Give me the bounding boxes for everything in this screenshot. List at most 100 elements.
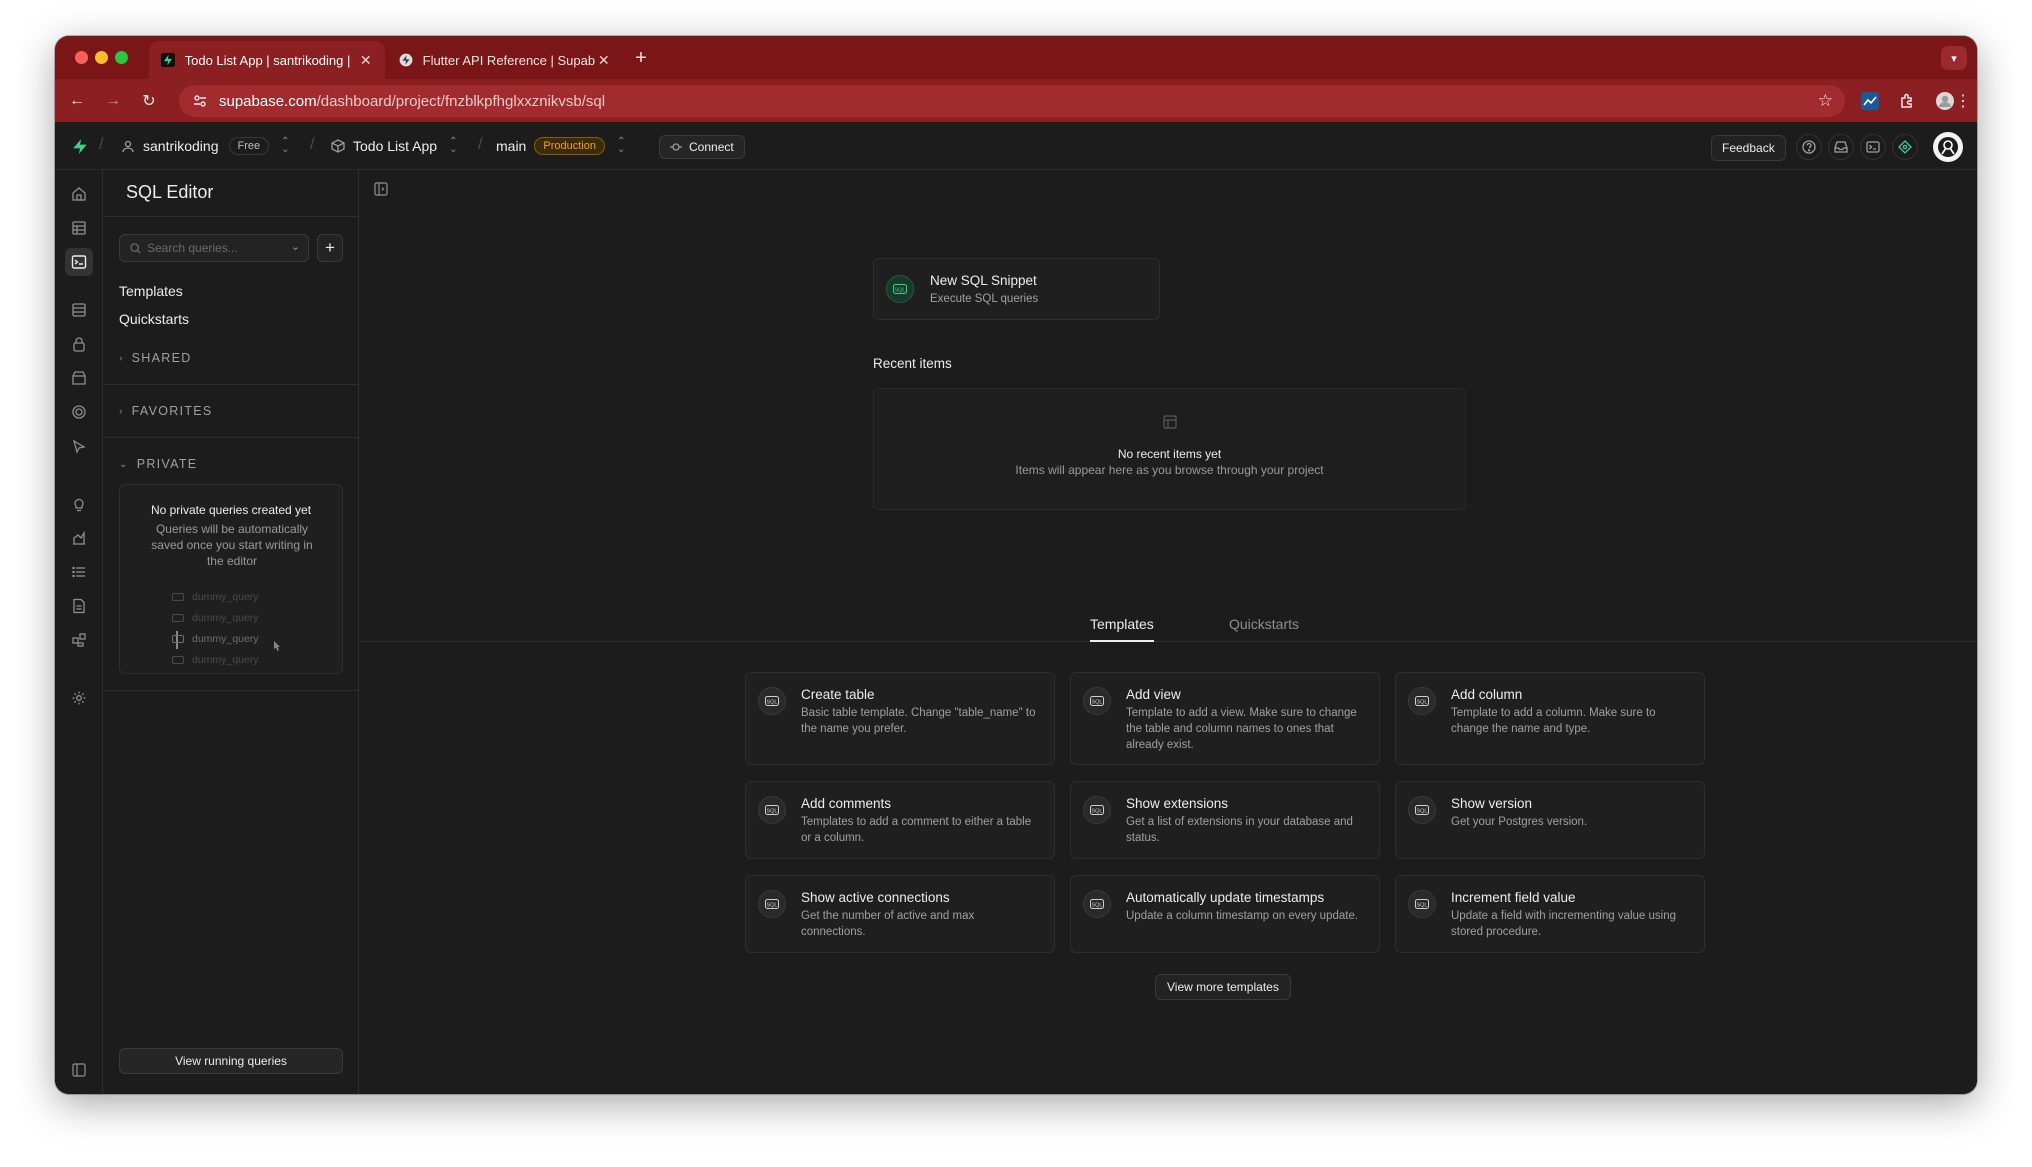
sidebar-link-quickstarts[interactable]: Quickstarts [119, 311, 189, 327]
user-avatar[interactable] [1933, 132, 1963, 162]
extension-chart-icon[interactable] [1858, 89, 1882, 113]
supabase-logo-icon[interactable] [71, 122, 89, 170]
chevron-right-icon: › [119, 405, 124, 417]
browser-window: Todo List App | santrikoding | ✕ Flutter… [55, 36, 1977, 1094]
tab-search-chevron-icon[interactable]: ▾ [1941, 46, 1967, 70]
close-tab-icon[interactable]: ✕ [596, 52, 611, 69]
dummy-query-item: dummy_query [172, 654, 259, 666]
template-card[interactable]: SQL Create table Basic table template. C… [745, 672, 1055, 765]
authentication-lock-icon[interactable] [65, 330, 93, 358]
project-name: Todo List App [353, 138, 438, 154]
selector-chevrons-icon: ⌃ ⌄ [281, 136, 290, 155]
sql-file-icon: SQL [1083, 687, 1111, 715]
templates-tabs: Templates Quickstarts [360, 610, 1977, 642]
terminal-icon[interactable] [1860, 134, 1886, 160]
view-more-templates-button[interactable]: View more templates [1155, 974, 1291, 1000]
template-card[interactable]: SQL Show version Get your Postgres versi… [1395, 781, 1705, 859]
template-card[interactable]: SQL Show extensions Get a list of extens… [1070, 781, 1380, 859]
section-shared[interactable]: › SHARED [119, 351, 192, 365]
template-card[interactable]: SQL Increment field value Update a field… [1395, 875, 1705, 953]
sql-editor-sidebar: SQL Editor ⌄ + Templates Quickstarts › S… [103, 170, 359, 1094]
toggle-panel-icon[interactable] [374, 182, 392, 200]
sql-file-icon: SQL [1408, 890, 1436, 918]
table-editor-icon[interactable] [65, 214, 93, 242]
plan-badge: Free [228, 137, 270, 155]
forward-arrow-icon[interactable]: → [101, 89, 125, 113]
home-icon[interactable] [65, 180, 93, 208]
sidebar-link-templates[interactable]: Templates [119, 283, 183, 299]
connect-button[interactable]: Connect [659, 135, 745, 159]
sql-file-icon: SQL [758, 687, 786, 715]
project-selector[interactable]: Todo List App ⌃ ⌄ [331, 122, 457, 170]
extensions-puzzle-icon[interactable] [1895, 89, 1919, 113]
private-empty-desc: Queries will be automatically saved once… [151, 522, 313, 568]
sort-chevron-icon[interactable]: ⌄ [291, 240, 300, 253]
address-bar[interactable]: supabase.com/dashboard/project/fnzblkpfh… [179, 85, 1845, 117]
new-sql-snippet-card[interactable]: SQL New SQL Snippet Execute SQL queries [873, 258, 1160, 320]
advisors-lightbulb-icon[interactable] [65, 490, 93, 518]
environment-badge: Production [534, 137, 605, 155]
integrations-icon[interactable] [65, 626, 93, 654]
svg-text:SQL: SQL [1416, 699, 1427, 705]
branch-name: main [496, 138, 527, 154]
sql-editor-icon[interactable] [65, 248, 93, 276]
bookmark-star-icon[interactable]: ☆ [1818, 91, 1833, 111]
browser-tab-todo[interactable]: Todo List App | santrikoding | ✕ [149, 41, 385, 79]
reload-icon[interactable]: ↻ [137, 89, 161, 113]
collapse-sidebar-icon[interactable] [65, 1056, 93, 1084]
browser-tab-flutter[interactable]: Flutter API Reference | Supab ✕ [387, 41, 623, 79]
close-tab-icon[interactable]: ✕ [358, 52, 373, 69]
snippet-title: New SQL Snippet [930, 273, 1037, 288]
feedback-button[interactable]: Feedback [1711, 135, 1786, 161]
svg-text:SQL: SQL [1091, 808, 1102, 814]
view-running-queries-button[interactable]: View running queries [119, 1048, 343, 1074]
inbox-icon[interactable] [1828, 134, 1854, 160]
api-docs-icon[interactable] [65, 592, 93, 620]
new-query-button[interactable]: + [317, 234, 343, 262]
site-settings-icon[interactable] [191, 92, 209, 110]
section-private[interactable]: ⌄ PRIVATE [119, 457, 197, 471]
svg-text:SQL: SQL [1416, 902, 1427, 908]
recent-items-title: Recent items [873, 356, 952, 371]
search-icon [130, 242, 141, 254]
branch-selector[interactable]: main Production ⌃ ⌄ [496, 122, 625, 170]
supabase-favicon-icon [161, 52, 176, 68]
close-window-button[interactable] [75, 51, 88, 64]
logs-list-icon[interactable] [65, 558, 93, 586]
assistant-sparkle-icon[interactable] [1892, 134, 1918, 160]
cursor-pointer-icon [272, 639, 282, 657]
section-favorites[interactable]: › FAVORITES [119, 404, 213, 418]
template-card[interactable]: SQL Add view Template to add a view. Mak… [1070, 672, 1380, 765]
edge-functions-icon[interactable] [65, 432, 93, 460]
recent-items-panel: No recent items yet Items will appear he… [873, 388, 1466, 510]
settings-gear-icon[interactable] [65, 684, 93, 712]
org-selector[interactable]: santrikoding Free ⌃ ⌄ [121, 122, 290, 170]
template-card[interactable]: SQL Add column Template to add a column.… [1395, 672, 1705, 765]
database-icon[interactable] [65, 296, 93, 324]
storage-icon[interactable] [65, 364, 93, 392]
svg-text:SQL: SQL [1416, 808, 1427, 814]
search-queries-input[interactable] [147, 241, 277, 255]
reports-chart-icon[interactable] [65, 524, 93, 552]
maximize-window-button[interactable] [115, 51, 128, 64]
minimize-window-button[interactable] [95, 51, 108, 64]
chevron-right-icon: › [119, 352, 124, 364]
sql-file-icon: SQL [1408, 687, 1436, 715]
template-card[interactable]: SQL Show active connections Get the numb… [745, 875, 1055, 953]
template-card[interactable]: SQL Add comments Templates to add a comm… [745, 781, 1055, 859]
selector-chevrons-icon: ⌃ ⌄ [616, 136, 626, 155]
new-tab-button[interactable]: + [630, 47, 652, 69]
private-empty-title: No private queries created yet [150, 503, 312, 517]
template-card[interactable]: SQL Automatically update timestamps Upda… [1070, 875, 1380, 953]
search-queries-box[interactable]: ⌄ [119, 234, 309, 262]
private-empty-state: No private queries created yet Queries w… [119, 484, 343, 674]
tab-quickstarts[interactable]: Quickstarts [1229, 616, 1299, 642]
tab-templates[interactable]: Templates [1090, 616, 1154, 642]
browser-toolbar: ← → ↻ supabase.com/dashboard/project/fnz… [55, 79, 1977, 122]
breadcrumb-separator: / [478, 136, 483, 153]
back-arrow-icon[interactable]: ← [65, 89, 89, 113]
browser-menu-icon[interactable]: ⋮ [1951, 89, 1975, 113]
tab-title: Flutter API Reference | Supab [422, 52, 596, 68]
help-icon[interactable] [1796, 134, 1822, 160]
realtime-icon[interactable] [65, 398, 93, 426]
